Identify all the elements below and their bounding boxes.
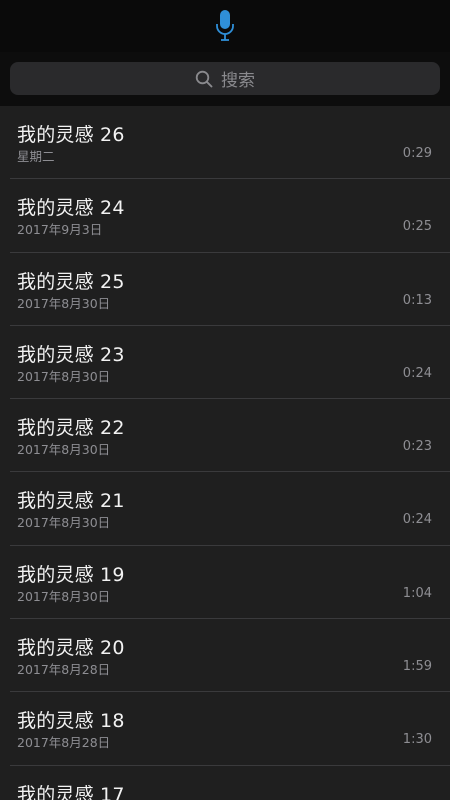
recording-date: 2017年8月30日 [17, 515, 111, 531]
top-bar [0, 0, 450, 52]
recording-date: 2017年8月30日 [17, 442, 111, 458]
recording-date: 2017年8月30日 [17, 588, 111, 604]
list-item[interactable]: 我的灵感 18 2017年8月28日 1:30 [10, 692, 450, 766]
recording-duration: 0:25 [402, 219, 432, 235]
recording-date: 星期二 [17, 149, 55, 164]
recording-title: 我的灵感 25 [17, 270, 125, 293]
microphone-icon[interactable] [214, 9, 236, 43]
list-item[interactable]: 我的灵感 17 [10, 766, 450, 800]
recording-duration: 0:24 [402, 512, 432, 528]
list-item[interactable]: 我的灵感 20 2017年8月28日 1:59 [10, 619, 450, 693]
recording-duration: 1:59 [402, 659, 432, 675]
recording-title: 我的灵感 26 [17, 124, 125, 146]
search-icon [195, 70, 213, 87]
recording-duration: 0:24 [402, 365, 432, 381]
recording-date: 2017年9月3日 [17, 222, 103, 238]
recording-duration: 1:04 [402, 585, 432, 601]
recording-title: 我的灵感 18 [17, 710, 125, 733]
recording-duration: 0:23 [402, 439, 432, 455]
recording-duration: 0:13 [402, 292, 432, 308]
recording-title: 我的灵感 22 [17, 417, 125, 440]
list-item[interactable]: 我的灵感 23 2017年8月30日 0:24 [10, 326, 450, 400]
list-item[interactable]: 我的灵感 25 2017年8月30日 0:13 [10, 253, 450, 326]
list-item[interactable]: 我的灵感 26 星期二 0:29 [10, 106, 450, 180]
recording-date: 2017年8月28日 [17, 735, 111, 751]
list-item[interactable]: 我的灵感 21 2017年8月30日 0:24 [10, 472, 450, 546]
search-placeholder: 搜索 [221, 71, 255, 91]
list-item[interactable]: 我的灵感 22 2017年8月30日 0:23 [10, 399, 450, 473]
list-item[interactable]: 我的灵感 19 2017年8月30日 1:04 [10, 546, 450, 620]
recording-duration: 0:29 [402, 146, 432, 161]
list-item[interactable]: 我的灵感 24 2017年9月3日 0:25 [10, 179, 450, 253]
recording-title: 我的灵感 24 [17, 197, 125, 220]
voice-memos-screen: 搜索 我的灵感 26 星期二 0:29 我的灵感 24 2017年9月3日 0:… [0, 0, 450, 800]
recording-title: 我的灵感 19 [17, 563, 125, 586]
recordings-list: 我的灵感 26 星期二 0:29 我的灵感 24 2017年9月3日 0:25 … [0, 106, 450, 800]
recording-title: 我的灵感 17 [17, 783, 125, 800]
recording-date: 2017年8月28日 [17, 662, 111, 678]
recording-duration: 1:30 [402, 732, 432, 748]
recording-title: 我的灵感 23 [17, 343, 125, 366]
recording-date: 2017年8月30日 [17, 295, 111, 311]
recording-title: 我的灵感 20 [17, 637, 125, 660]
recording-date: 2017年8月30日 [17, 368, 111, 384]
search-input[interactable]: 搜索 [10, 62, 440, 95]
search-bar-container: 搜索 [0, 52, 450, 106]
recording-title: 我的灵感 21 [17, 490, 125, 513]
